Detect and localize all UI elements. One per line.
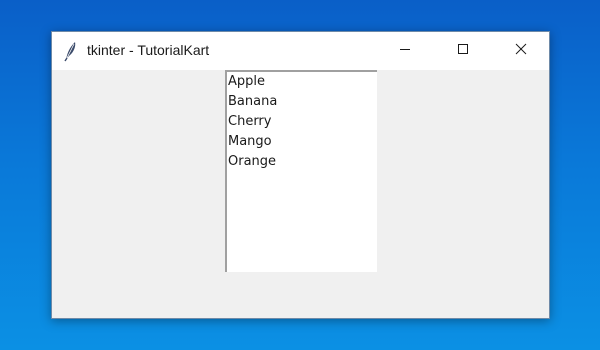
minimize-icon <box>399 42 411 60</box>
minimize-button[interactable] <box>376 32 434 70</box>
close-button[interactable] <box>492 32 550 70</box>
list-item-cherry[interactable]: Cherry <box>227 112 377 132</box>
maximize-icon <box>457 42 469 60</box>
maximize-button[interactable] <box>434 32 492 70</box>
app-window: tkinter - TutorialKart Apple Banana Cher… <box>51 31 550 319</box>
feather-icon <box>63 40 79 62</box>
list-item-apple[interactable]: Apple <box>227 72 377 92</box>
window-title: tkinter - TutorialKart <box>87 42 210 58</box>
title-bar[interactable]: tkinter - TutorialKart <box>52 32 549 70</box>
fruit-listbox[interactable]: Apple Banana Cherry Mango Orange <box>225 70 377 272</box>
list-item-orange[interactable]: Orange <box>227 152 377 172</box>
close-icon <box>515 42 527 60</box>
list-item-mango[interactable]: Mango <box>227 132 377 152</box>
list-item-banana[interactable]: Banana <box>227 92 377 112</box>
